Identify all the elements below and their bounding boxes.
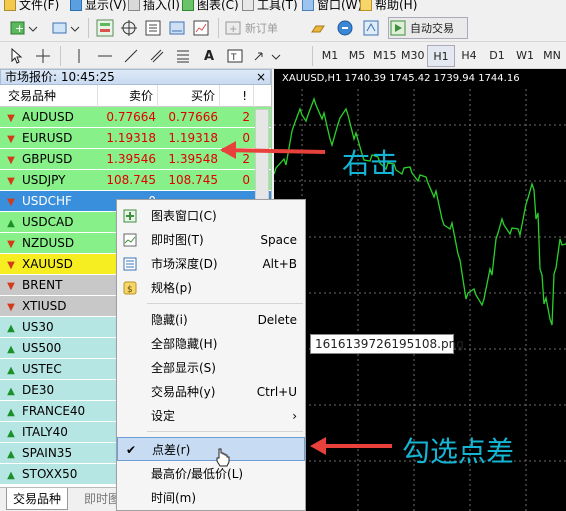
annotation-right-click: 右击	[342, 147, 399, 180]
annotation-arrowhead	[310, 437, 326, 455]
annotation-check-spread: 勾选点差	[402, 435, 515, 468]
app-window: 文件(F) 显示(V) 插入(I) 图表(C) 工具(T) 窗口(W) 帮助(H…	[0, 0, 566, 511]
annotation-arrowhead	[220, 141, 236, 159]
annotation-arrow-right-click	[221, 148, 326, 154]
